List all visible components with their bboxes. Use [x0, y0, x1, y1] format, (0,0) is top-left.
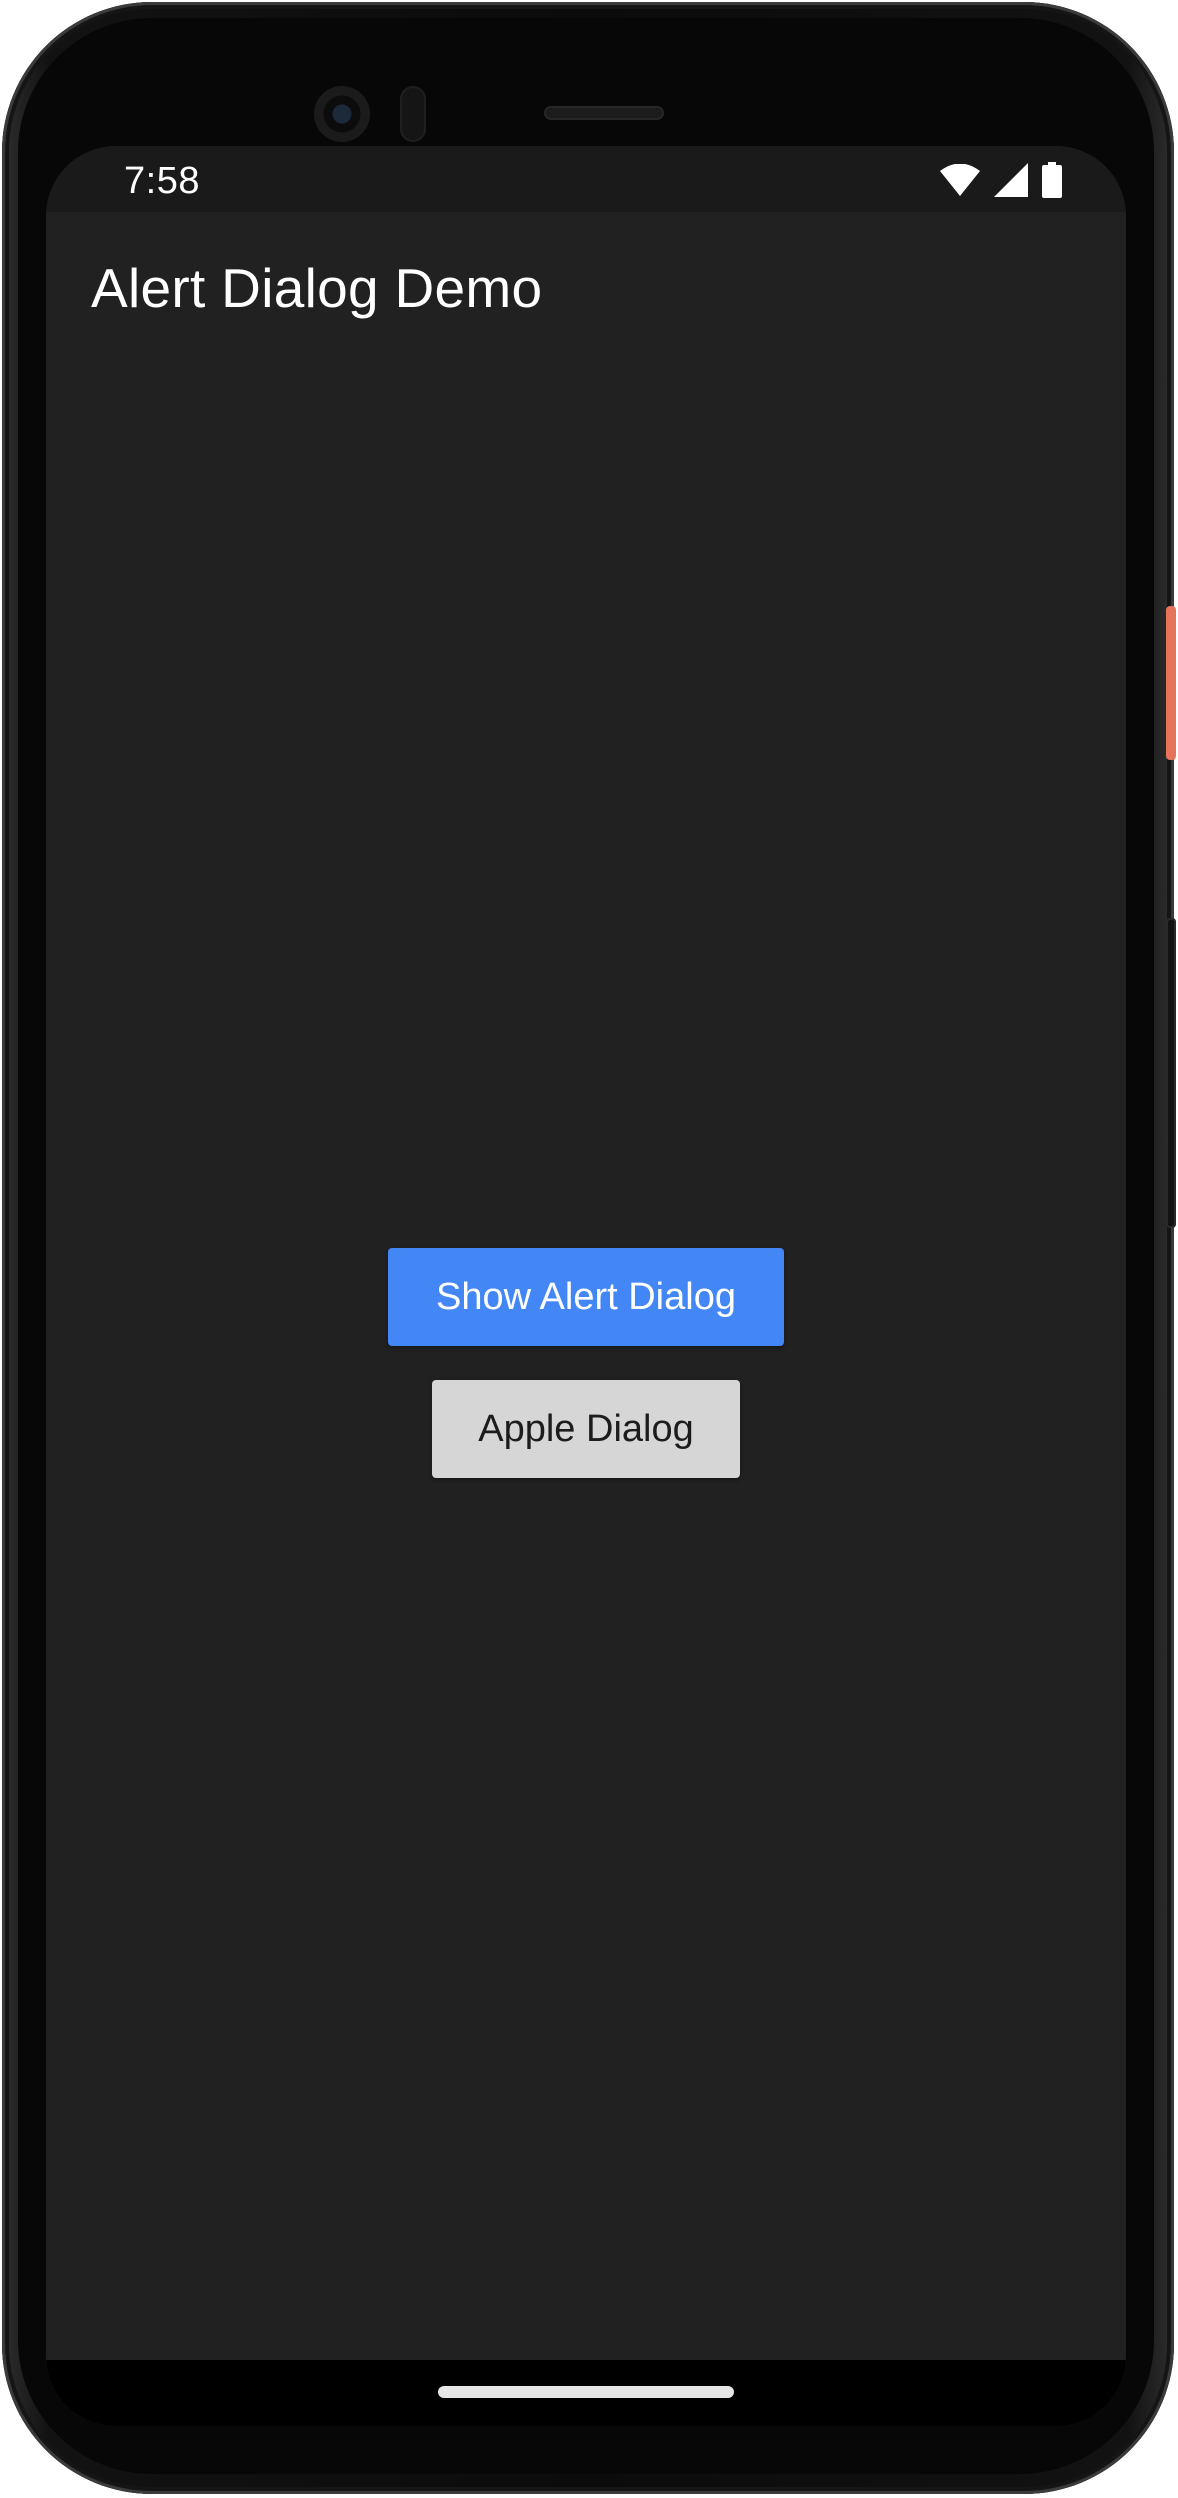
apple-dialog-button[interactable]: Apple Dialog — [432, 1380, 740, 1478]
page-title: Alert Dialog Demo — [91, 257, 543, 319]
cellular-signal-icon — [994, 163, 1028, 197]
show-alert-dialog-button[interactable]: Show Alert Dialog — [388, 1248, 784, 1346]
battery-icon — [1042, 162, 1062, 198]
status-bar: 7:58 — [46, 146, 1126, 212]
earpiece-speaker — [544, 106, 664, 120]
status-icons — [940, 160, 1062, 200]
gesture-nav-bar — [46, 2360, 1126, 2426]
status-time: 7:58 — [124, 160, 200, 202]
power-key — [1166, 606, 1176, 760]
wifi-icon — [940, 164, 980, 196]
volume-key — [1166, 918, 1176, 1228]
app-screen: 7:58 Alert Dialog Demo Show Alert Dialog… — [46, 146, 1126, 2426]
device-screenshot: 7:58 Alert Dialog Demo Show Alert Dialog… — [0, 0, 1178, 2498]
home-gesture-handle[interactable] — [438, 2386, 734, 2398]
proximity-sensor — [400, 86, 426, 142]
front-camera-icon — [314, 86, 370, 142]
